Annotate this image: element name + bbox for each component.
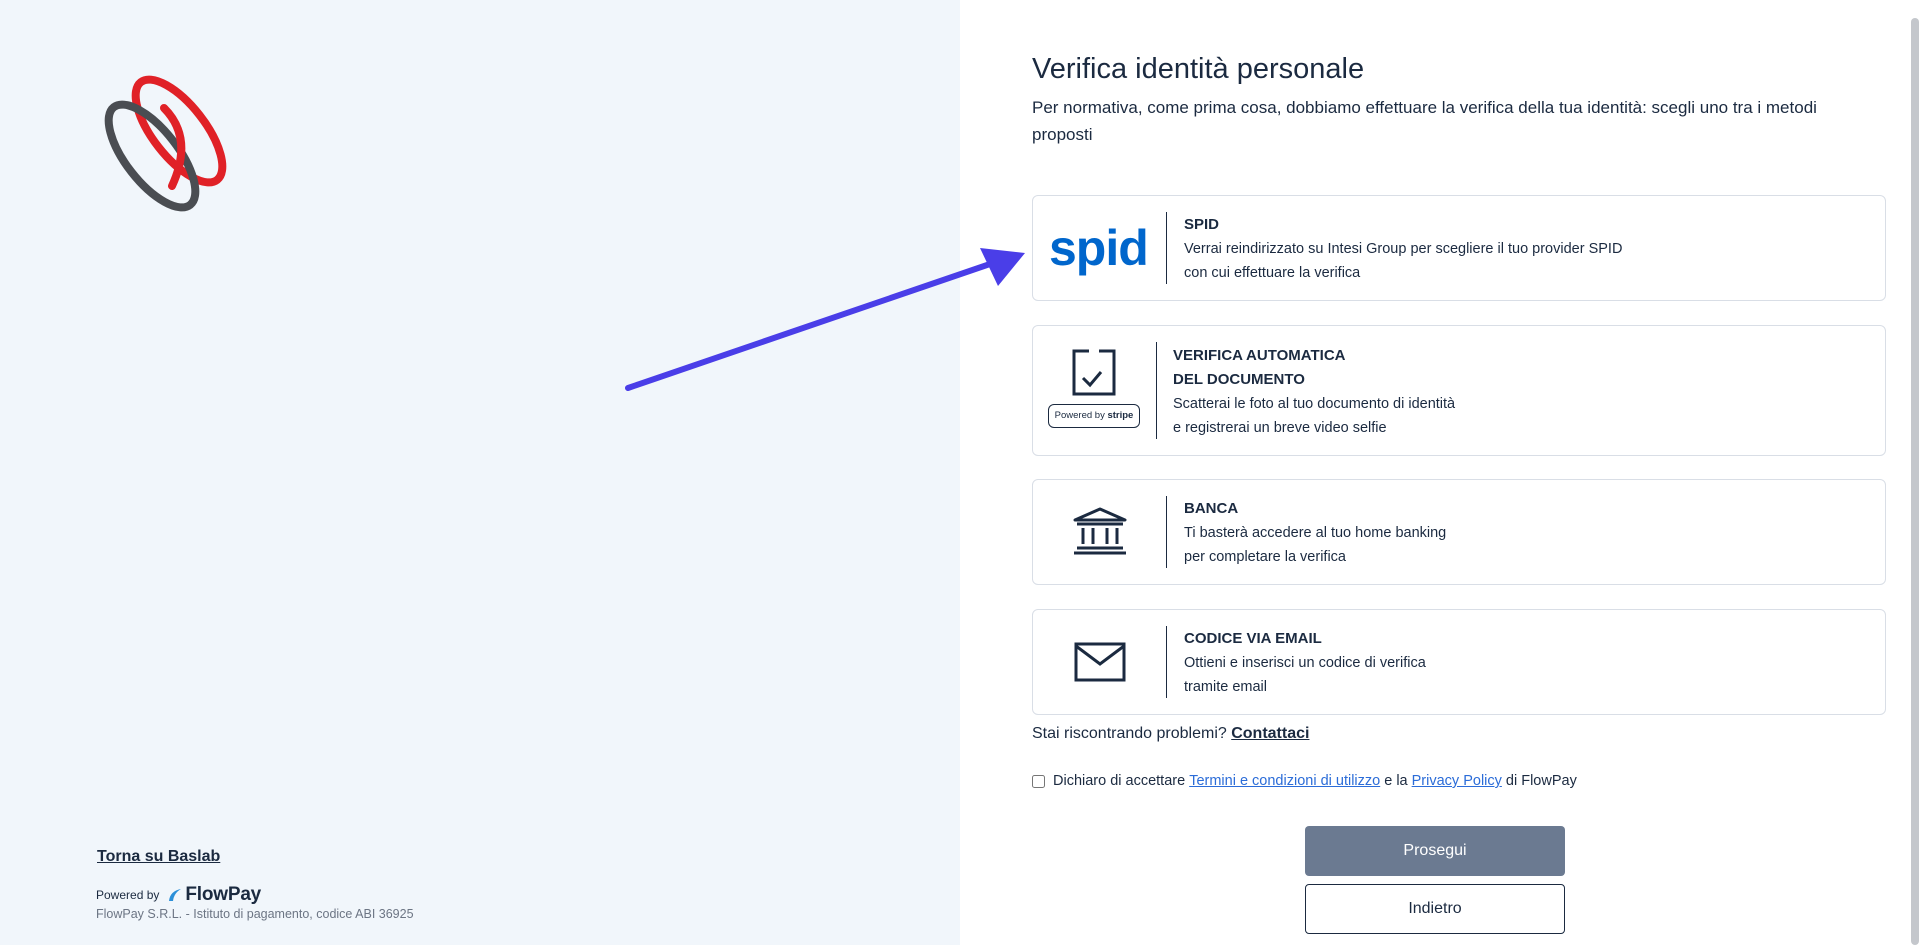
back-button[interactable]: Indietro [1305,884,1565,934]
divider [1166,496,1167,568]
problems-line: Stai riscontrando problemi? Contattaci [1032,725,1309,743]
flowpay-brand: FlowPay [185,884,262,905]
option-spid[interactable]: spid SPID Verrai reindirizzato su Intesi… [1032,195,1886,301]
option-description: per completare la verifica [1184,549,1346,565]
page-title: Verifica identità personale [1032,53,1365,85]
option-description: Ti basterà accedere al tuo home banking [1184,525,1447,541]
bank-icon-zone [1033,480,1167,584]
option-heading: VERIFICA AUTOMATICA [1173,347,1346,364]
problems-text: Stai riscontrando problemi? [1032,725,1227,742]
divider [1156,342,1157,439]
terms-checkbox[interactable] [1032,774,1045,788]
company-info: FlowPay S.R.L. - Istituto di pagamento, … [96,907,414,921]
option-document-text: VERIFICA AUTOMATICA DEL DOCUMENTO Scatte… [1173,344,1455,440]
option-description: e registrerai un breve video selfie [1173,420,1387,436]
privacy-policy-link[interactable]: Privacy Policy [1412,773,1502,789]
left-panel: Torna su Baslab Powered by FlowPay FlowP… [0,0,960,945]
contact-link[interactable]: Contattaci [1231,725,1309,742]
badge-brand: stripe [1107,410,1134,421]
powered-by: Powered by FlowPay [96,884,261,906]
option-spid-text: SPID Verrai reindirizzato su Intesi Grou… [1184,213,1622,285]
baslab-logo [104,75,227,212]
flowpay-wave-icon [169,889,182,901]
badge-prefix: Powered by [1054,410,1105,421]
document-check-icon [1072,349,1116,396]
terms-prefix: Dichiaro di accettare [1053,773,1190,789]
powered-by-stripe-badge: Powered by stripe [1048,404,1140,428]
scrollbar-thumb[interactable] [1911,18,1919,945]
page-subtitle: Per normativa, come prima cosa, dobbiamo… [1032,98,1817,144]
terms-suffix: di FlowPay [1501,773,1577,789]
spid-logo-zone: spid [1033,196,1167,300]
option-heading: SPID [1184,216,1220,233]
option-bank[interactable]: BANCA Ti basterà accedere al tuo home ba… [1032,479,1886,585]
email-icon-zone [1033,610,1167,714]
back-to-baslab-link[interactable]: Torna su Baslab [97,848,220,866]
envelope-icon [1074,642,1126,682]
option-email-text: CODICE VIA EMAIL Ottieni e inserisci un … [1184,627,1426,699]
divider [1166,626,1167,698]
spid-logo: spid [1049,220,1149,276]
powered-by-label: Powered by [96,888,160,902]
option-description: con cui effettuare la verifica [1184,265,1361,281]
document-icon-zone: Powered by stripe [1033,326,1157,455]
page: Torna su Baslab Powered by FlowPay FlowP… [0,0,1920,945]
bank-icon [1073,507,1127,555]
terms-link[interactable]: Termini e condizioni di utilizzo [1189,773,1380,789]
option-heading: CODICE VIA EMAIL [1184,630,1322,647]
terms-row: Dichiaro di accettare Termini e condizio… [1032,773,1577,789]
option-bank-text: BANCA Ti basterà accedere al tuo home ba… [1184,497,1446,569]
option-email-code[interactable]: CODICE VIA EMAIL Ottieni e inserisci un … [1032,609,1886,715]
option-description: tramite email [1184,679,1267,695]
right-panel: Verifica identità personale Per normativ… [960,0,1920,945]
scrollbar[interactable] [1910,0,1920,945]
divider [1166,212,1167,284]
option-description: Verrai reindirizzato su Intesi Group per… [1184,241,1623,257]
option-document-verification[interactable]: Powered by stripe VERIFICA AUTOMATICA DE… [1032,325,1886,456]
flowpay-logo: FlowPay [167,884,261,906]
continue-button[interactable]: Prosegui [1305,826,1565,876]
option-heading: BANCA [1184,500,1239,517]
option-description: Ottieni e inserisci un codice di verific… [1184,655,1426,671]
terms-middle: e la [1380,773,1412,789]
option-heading-line2: DEL DOCUMENTO [1173,371,1305,388]
option-description: Scatterai le foto al tuo documento di id… [1173,396,1456,412]
